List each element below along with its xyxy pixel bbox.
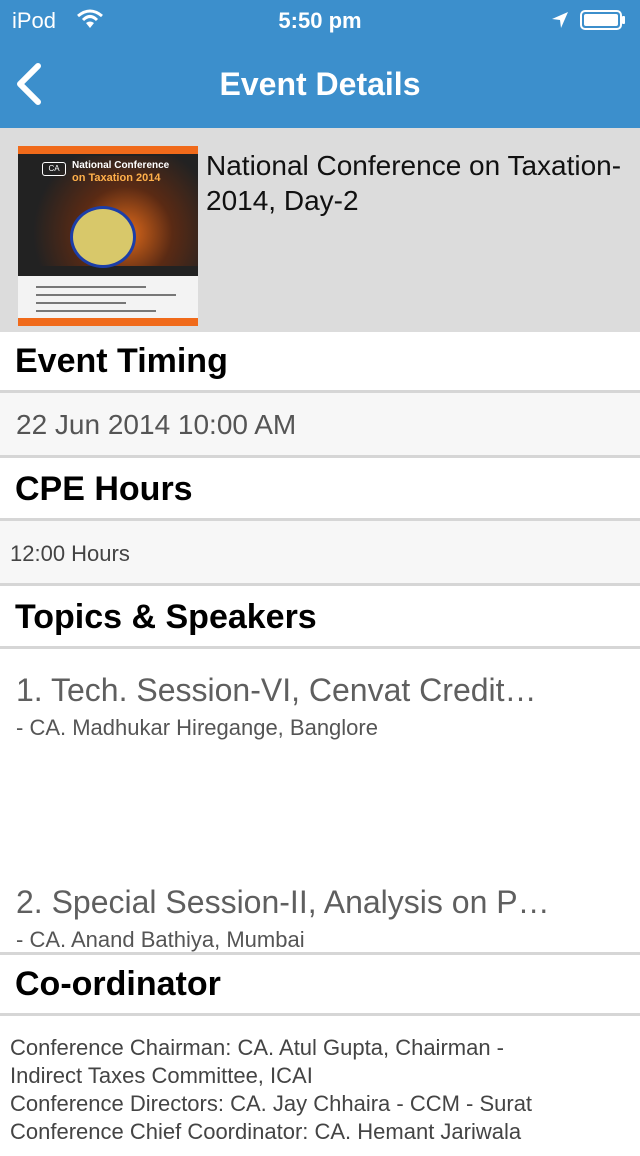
poster-heading: National Conference (72, 160, 170, 171)
poster-logo: CA (42, 162, 66, 176)
topic-title: 1. Tech. Session-VI, Cenvat Credit… (16, 672, 537, 708)
status-bar: iPod 5:50 pm (0, 0, 640, 40)
status-time: 5:50 pm (278, 8, 362, 33)
section-label: Event Timing (15, 342, 228, 380)
coordinator-line: Conference Chairman: CA. Atul Gupta, Cha… (10, 1035, 505, 1060)
section-label: CPE Hours (15, 470, 193, 508)
poster-emblem (70, 206, 136, 268)
topic-speaker: - CA. Madhukar Hiregange, Banglore (16, 715, 378, 740)
topics-list[interactable]: 1. Tech. Session-VI, Cenvat Credit… - CA… (0, 650, 640, 955)
section-header-coordinator: Co-ordinator (0, 955, 640, 1016)
section-header-event-timing: Event Timing (0, 332, 640, 393)
topic-speaker: - CA. Anand Bathiya, Mumbai (16, 927, 305, 952)
event-poster-image: CA National Conference on Taxation 2014 (18, 146, 198, 326)
coordinator-text: Conference Chairman: CA. Atul Gupta, Cha… (10, 1034, 630, 1146)
coordinator-details: Conference Chairman: CA. Atul Gupta, Cha… (0, 1016, 640, 1156)
section-label: Co-ordinator (15, 965, 221, 1003)
cpe-hours-row: 12:00 Hours (0, 521, 640, 586)
topic-item[interactable]: 1. Tech. Session-VI, Cenvat Credit… - CA… (16, 672, 626, 741)
topic-title: 2. Special Session-II, Analysis on P… (16, 884, 550, 920)
coordinator-line: Conference Directors: CA. Jay Chhaira - … (10, 1091, 533, 1116)
poster-bottom-stripe (18, 318, 198, 326)
poster-text-line (36, 310, 156, 312)
coordinator-line: Conference Chief Coordinator: CA. Hemant… (10, 1119, 522, 1144)
location-arrow-icon (552, 12, 568, 28)
section-label: Topics & Speakers (15, 598, 317, 636)
poster-text-line (36, 294, 176, 296)
cpe-hours-value: 12:00 Hours (10, 541, 130, 566)
event-timing-value: 22 Jun 2014 10:00 AM (16, 409, 297, 440)
event-timing-row: 22 Jun 2014 10:00 AM (0, 393, 640, 458)
battery-icon (580, 10, 625, 30)
poster-text-line (36, 286, 146, 288)
navigation-bar: Event Details (0, 40, 640, 128)
section-header-topics-speakers: Topics & Speakers (0, 588, 640, 649)
section-header-cpe-hours: CPE Hours (0, 460, 640, 521)
topic-item[interactable]: 2. Special Session-II, Analysis on P… - … (16, 884, 626, 952)
poster-subheading: on Taxation 2014 (72, 172, 161, 184)
page-title: Event Details (219, 66, 421, 102)
poster-top-stripe (18, 146, 198, 154)
poster-text-line (36, 302, 126, 304)
event-header: CA National Conference on Taxation 2014 … (0, 128, 640, 332)
event-title: National Conference on Taxation-2014, Da… (206, 150, 622, 216)
top-bar: iPod 5:50 pm Event Details (0, 0, 640, 128)
coordinator-line: Indirect Taxes Committee, ICAI (10, 1063, 313, 1088)
